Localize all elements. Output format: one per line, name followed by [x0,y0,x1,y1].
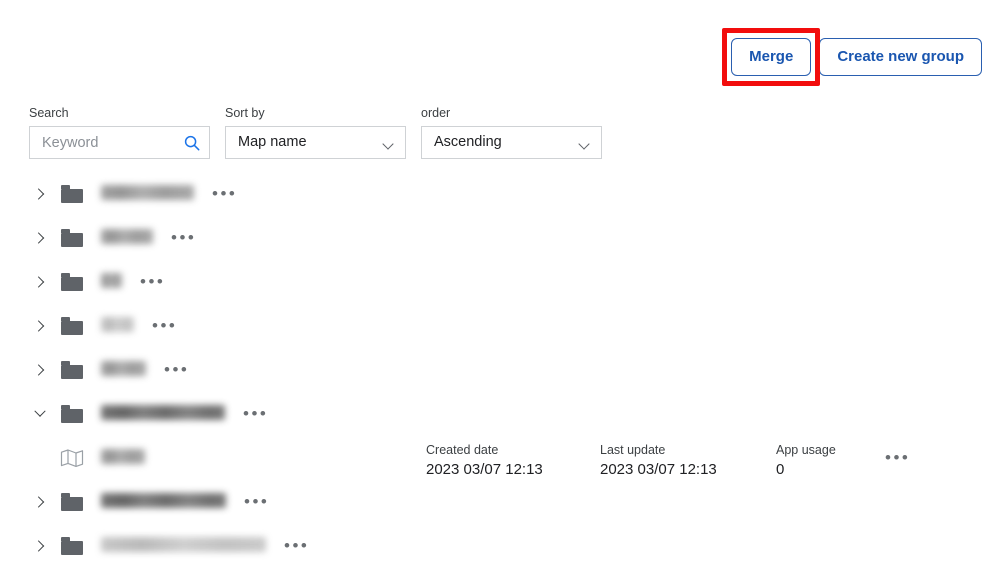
redacted-name [101,536,266,552]
redacted-name [101,184,194,200]
search-label: Search [29,106,69,120]
toolbar: Merge Create new group [722,28,982,86]
chevron-down-icon[interactable] [580,140,589,146]
folder-row[interactable]: ••• [0,304,1008,348]
folder-name [101,316,134,336]
folder-row[interactable]: ••• [0,348,1008,392]
created-date-value: 2023 03/07 12:13 [426,461,543,478]
merge-button-wrapper: Merge [722,28,821,86]
overflow-menu-button[interactable]: ••• [243,405,268,422]
order-select[interactable]: Ascending [421,126,602,159]
folder-row[interactable]: ••• [0,392,1008,436]
folder-name [101,228,153,248]
redacted-name [101,228,153,244]
folder-row[interactable]: ••• [0,172,1008,216]
search-field-group: Search [29,106,210,159]
sort-by-field-group: Sort by Map name [225,106,406,159]
map-row[interactable]: Created date 2023 03/07 12:13 Last update 2… [0,436,1008,480]
group-tree: ••• ••• ••• ••• ••• ••• Created date 2023 03/07… [0,172,1008,568]
map-icon [59,448,85,468]
redacted-name [101,492,226,508]
app-usage-column: App usage 0 [776,442,836,480]
sort-by-value: Map name [238,134,307,150]
redacted-name [101,316,134,332]
folder-icon [59,185,85,203]
overflow-menu-button[interactable]: ••• [164,361,189,378]
folder-name [101,536,266,556]
search-input[interactable] [30,127,209,158]
overflow-menu-button[interactable]: ••• [212,185,237,202]
app-usage-label: App usage [776,443,836,457]
search-box[interactable] [29,126,210,159]
filter-bar: Search Sort by Map name order Ascending [29,106,602,159]
chevron-right-icon[interactable] [29,524,51,568]
chevron-right-icon[interactable] [29,260,51,304]
overflow-menu-button[interactable]: ••• [885,436,910,480]
overflow-menu-button[interactable]: ••• [284,537,309,554]
redacted-name [101,448,145,464]
last-update-column: Last update 2023 03/07 12:13 [600,442,717,480]
chevron-right-icon[interactable] [29,304,51,348]
overflow-menu-button[interactable]: ••• [152,317,177,334]
chevron-down-icon[interactable] [384,140,393,146]
overflow-menu-button[interactable]: ••• [140,273,165,290]
sort-by-select[interactable]: Map name [225,126,406,159]
chevron-right-icon[interactable] [29,348,51,392]
folder-name [101,184,194,204]
last-update-label: Last update [600,443,666,457]
folder-icon [59,537,85,555]
folder-name [101,404,225,424]
merge-button[interactable]: Merge [731,38,812,76]
folder-icon [59,229,85,247]
folder-name [101,492,226,512]
order-field-group: order Ascending [421,106,602,159]
folder-name [101,360,146,380]
folder-icon [59,361,85,379]
folder-row[interactable]: ••• [0,480,1008,524]
folder-row[interactable]: ••• [0,524,1008,568]
chevron-right-icon[interactable] [29,480,51,524]
folder-icon [59,493,85,511]
app-usage-value: 0 [776,461,785,478]
overflow-menu-button[interactable]: ••• [171,229,196,246]
redacted-name [101,404,225,420]
order-label: order [421,106,451,120]
overflow-menu-button[interactable]: ••• [244,493,269,510]
map-name [101,448,145,468]
created-date-column: Created date 2023 03/07 12:13 [426,442,543,480]
folder-row[interactable]: ••• [0,260,1008,304]
last-update-value: 2023 03/07 12:13 [600,461,717,478]
folder-icon [59,273,85,291]
folder-name [101,272,122,292]
folder-icon [59,405,85,423]
chevron-right-icon[interactable] [29,172,51,216]
folder-icon [59,317,85,335]
folder-row[interactable]: ••• [0,216,1008,260]
redacted-name [101,272,122,288]
order-value: Ascending [434,134,502,150]
chevron-down-icon[interactable] [29,392,51,436]
sort-by-label: Sort by [225,106,265,120]
search-icon[interactable] [184,135,200,151]
created-date-label: Created date [426,443,499,457]
create-new-group-button[interactable]: Create new group [819,38,982,76]
chevron-right-icon[interactable] [29,216,51,260]
redacted-name [101,360,146,376]
